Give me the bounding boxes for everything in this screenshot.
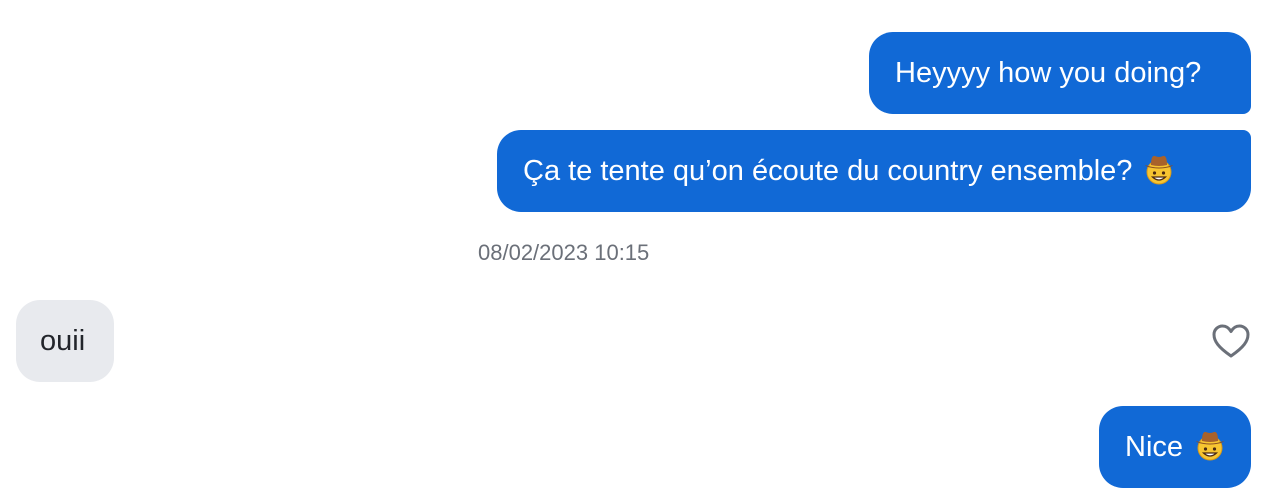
conversation-thread: Heyyyy how you doing? Ça te tente qu’on … [0, 0, 1268, 502]
message-timestamp: 08/02/2023 10:15 [478, 240, 650, 265]
sent-message-bubble[interactable]: Heyyyy how you doing? [869, 32, 1251, 114]
message-text: ouii [40, 325, 86, 357]
message-text: Heyyyy how you doing? [895, 57, 1202, 89]
cowboy-hat-face-icon [1196, 432, 1225, 461]
heart-outline-icon[interactable] [1211, 322, 1251, 362]
sent-message-bubble[interactable]: Ça te tente qu’on écoute du country ense… [497, 130, 1251, 212]
message-text: Nice [1125, 431, 1192, 463]
received-message-bubble[interactable]: ouii [16, 300, 114, 382]
sent-message-bubble[interactable]: Nice [1099, 406, 1251, 488]
message-text: Ça te tente qu’on écoute du country ense… [523, 155, 1141, 187]
cowboy-hat-face-icon [1145, 156, 1174, 185]
